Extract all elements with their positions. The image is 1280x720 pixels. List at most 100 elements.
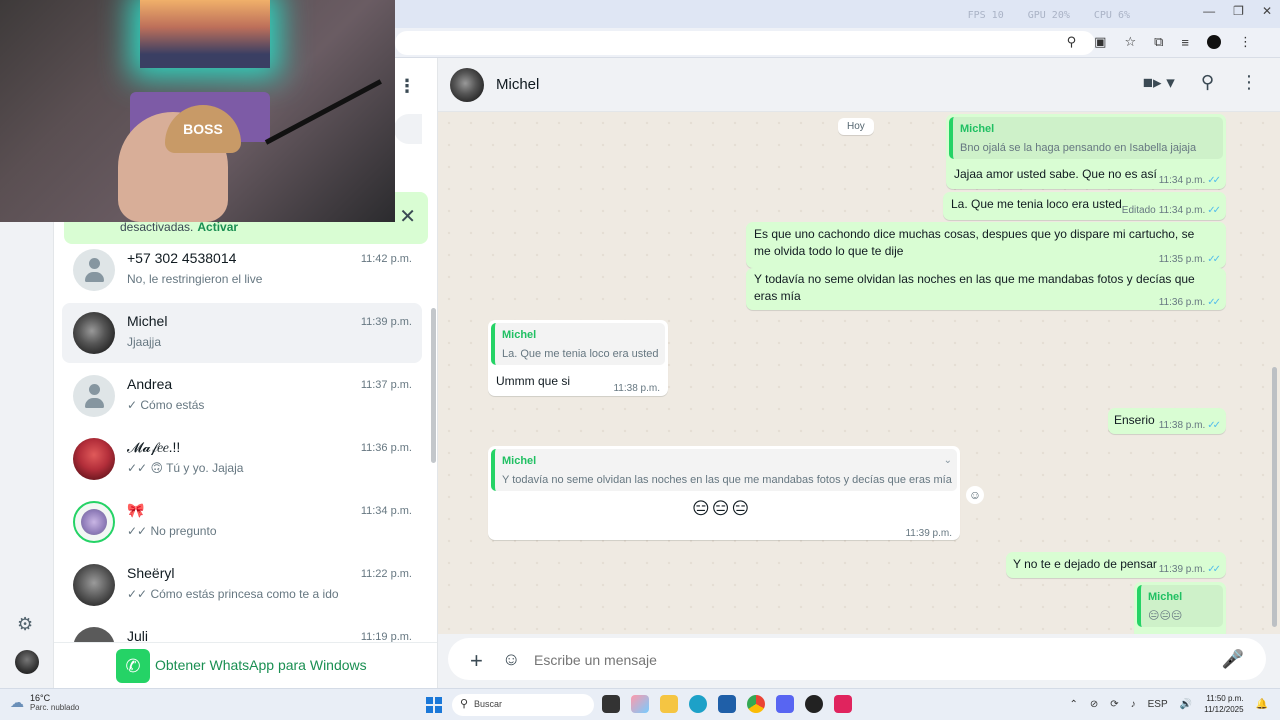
- start-button[interactable]: [426, 697, 442, 713]
- maximize-button[interactable]: ❐: [1233, 4, 1244, 18]
- close-window-button[interactable]: ✕: [1262, 4, 1272, 18]
- header-actions: ■▸ ▾ ⚲ ⋮: [1143, 72, 1258, 93]
- message-bubble-outgoing[interactable]: Y no te e dejado de pensar 11:39 p.m. ✓✓: [1006, 552, 1226, 578]
- cloud-icon: ☁: [10, 694, 24, 710]
- read-ticks-icon: ✓✓: [1207, 420, 1221, 431]
- chevron-up-icon[interactable]: ⌃: [1069, 699, 1077, 710]
- chat-item[interactable]: 𝓜𝓪𝒻𝑒𝑒.!! 11:36 p.m. ✓✓ 🙃 Tú y yo. Jajaja: [62, 429, 422, 489]
- profile-icon[interactable]: [1207, 35, 1221, 49]
- notifications-icon[interactable]: 🔔: [1256, 699, 1268, 710]
- chat-time: 11:42 p.m.: [360, 253, 412, 265]
- contact-avatar[interactable]: [450, 68, 484, 102]
- fps-readout: FPS 10: [967, 10, 1004, 21]
- obs-icon[interactable]: [805, 695, 823, 713]
- contact-name[interactable]: Michel: [496, 76, 539, 93]
- taskbar-apps: [602, 695, 852, 713]
- store-icon[interactable]: [718, 695, 736, 713]
- chat-preview: ✓ Cómo estás: [127, 398, 205, 412]
- extensions-icon[interactable]: ⧉: [1154, 34, 1163, 50]
- chat-item[interactable]: +57 302 4538014 11:42 p.m. No, le restri…: [62, 240, 422, 300]
- video-call-icon[interactable]: ■▸ ▾: [1143, 73, 1175, 93]
- network-off-icon[interactable]: ⊘: [1090, 699, 1098, 710]
- discord-icon[interactable]: [776, 695, 794, 713]
- star-icon[interactable]: ☆: [1124, 34, 1136, 50]
- activate-link[interactable]: Activar: [197, 220, 238, 234]
- chat-time: 11:36 p.m.: [360, 442, 412, 454]
- search-icon[interactable]: ⚲: [1201, 72, 1214, 93]
- attach-plus-icon[interactable]: +: [470, 648, 483, 674]
- notification-message: desactivadas.: [120, 220, 194, 234]
- message-meta: 11:39 p.m. ✓✓: [1158, 561, 1221, 578]
- clock-date: 11/12/2025: [1204, 705, 1244, 714]
- settings-gear-icon[interactable]: ⚙: [17, 614, 33, 635]
- more-options-icon[interactable]: ⋮: [1240, 72, 1258, 93]
- sync-icon[interactable]: ⟳: [1110, 699, 1118, 710]
- list-menu-icon[interactable]: ⋮: [398, 76, 416, 97]
- search-input[interactable]: [394, 114, 422, 144]
- message-bubble-outgoing[interactable]: Es que uno cachondo dice muchas cosas, d…: [746, 222, 1226, 268]
- message-meta: 11:35 p.m. ✓✓: [1159, 251, 1221, 268]
- chat-item[interactable]: 🎀 11:34 p.m. ✓✓ No pregunto: [62, 492, 422, 552]
- close-icon[interactable]: ✕: [399, 204, 416, 229]
- chat-name: +57 302 4538014: [127, 250, 237, 266]
- toolbar-icons: ⚲ ▣ ☆ ⧉ ≡ ⋮: [1067, 34, 1252, 50]
- address-bar[interactable]: [395, 31, 1095, 55]
- message-bubble-outgoing[interactable]: Michel Bno ojalá se la haga pensando en …: [946, 114, 1226, 189]
- taskbar-search[interactable]: ⚲ Buscar: [452, 694, 594, 716]
- quoted-message[interactable]: Michel Bno ojalá se la haga pensando en …: [949, 117, 1223, 159]
- message-bubble-outgoing[interactable]: Y todavía no seme olvidan las noches en …: [746, 268, 1226, 310]
- language-indicator[interactable]: ESP: [1148, 699, 1168, 710]
- quoted-message[interactable]: Michel La. Que me tenia loco era usted: [491, 323, 665, 365]
- message-text: Ummm que si: [496, 374, 571, 388]
- chat-item[interactable]: Sheëryl 11:22 p.m. ✓✓ Cómo estás princes…: [62, 555, 422, 615]
- message-time: 11:34 p.m.: [1158, 175, 1206, 186]
- file-explorer-icon[interactable]: [660, 695, 678, 713]
- media-icon[interactable]: ≡: [1181, 35, 1189, 50]
- message-bubble-outgoing[interactable]: La. Que me tenia loco era usted Editado 1…: [943, 192, 1226, 220]
- chevron-down-icon[interactable]: ⌄: [944, 452, 952, 469]
- menu-icon[interactable]: ⋮: [1239, 34, 1252, 50]
- quoted-message[interactable]: Michel Y todavía no seme olvidan las noc…: [491, 449, 957, 491]
- volume-icon[interactable]: 🔊: [1180, 699, 1192, 710]
- message-meta: Editado 11:34 p.m. ✓✓: [1122, 202, 1221, 219]
- profile-avatar[interactable]: [15, 650, 39, 674]
- taskbar-search-label: Buscar: [474, 699, 503, 709]
- message-bubble-outgoing[interactable]: Michel 😑😑😑: [1134, 582, 1226, 634]
- clock[interactable]: 11:50 p.m. 11/12/2025: [1204, 693, 1243, 715]
- emoji-icon[interactable]: ☺: [502, 649, 520, 670]
- mic-tray-icon[interactable]: ♪: [1131, 699, 1136, 710]
- copilot-icon[interactable]: [631, 695, 649, 713]
- message-text: Es que uno cachondo dice muchas cosas, d…: [754, 227, 1195, 258]
- chrome-icon[interactable]: [747, 695, 765, 713]
- get-whatsapp-link[interactable]: Obtener WhatsApp para Windows: [155, 657, 367, 673]
- read-ticks-icon: ✓✓: [1207, 254, 1221, 265]
- minimize-button[interactable]: —: [1203, 4, 1215, 18]
- message-time: 11:39 p.m.: [1158, 564, 1206, 575]
- message-bubble-incoming[interactable]: Michel Y todavía no seme olvidan las noc…: [488, 446, 960, 540]
- task-view-icon[interactable]: [602, 695, 620, 713]
- message-bubble-incoming[interactable]: Michel La. Que me tenia loco era usted U…: [488, 320, 668, 396]
- conversation-scrollbar[interactable]: [1272, 367, 1277, 627]
- avatar: [73, 438, 115, 480]
- gpu-readout: GPU 20%: [1027, 10, 1070, 21]
- get-whatsapp-banner[interactable]: ✆ Obtener WhatsApp para Windows: [54, 642, 437, 688]
- weather-widget[interactable]: ☁ 16°C Parc. nublado: [10, 693, 79, 712]
- zoom-icon[interactable]: ⚲: [1067, 34, 1077, 50]
- chat-name: Andrea: [127, 376, 173, 392]
- message-input[interactable]: [534, 652, 1194, 668]
- notification-text: desactivadas. Activar: [120, 220, 238, 234]
- react-emoji-icon[interactable]: ☺: [966, 486, 984, 504]
- message-meta: 11:39 p.m.: [905, 525, 952, 542]
- message-bubble-outgoing[interactable]: Enserio 11:38 p.m. ✓✓: [1108, 408, 1226, 434]
- microphone-icon[interactable]: 🎤: [1222, 649, 1244, 670]
- chat-name: Sheëryl: [127, 565, 175, 581]
- tiktok-icon[interactable]: [834, 695, 852, 713]
- chat-item[interactable]: Andrea 11:37 p.m. ✓ Cómo estás: [62, 366, 422, 426]
- quoted-message[interactable]: Michel 😑😑😑: [1137, 585, 1223, 627]
- edge-icon[interactable]: [689, 695, 707, 713]
- avatar: [73, 312, 115, 354]
- chat-list-scrollbar[interactable]: [431, 308, 436, 463]
- avatar: [73, 501, 115, 543]
- cast-icon[interactable]: ▣: [1094, 34, 1106, 50]
- chat-item-active[interactable]: Michel 11:39 p.m. Jjaajja: [62, 303, 422, 363]
